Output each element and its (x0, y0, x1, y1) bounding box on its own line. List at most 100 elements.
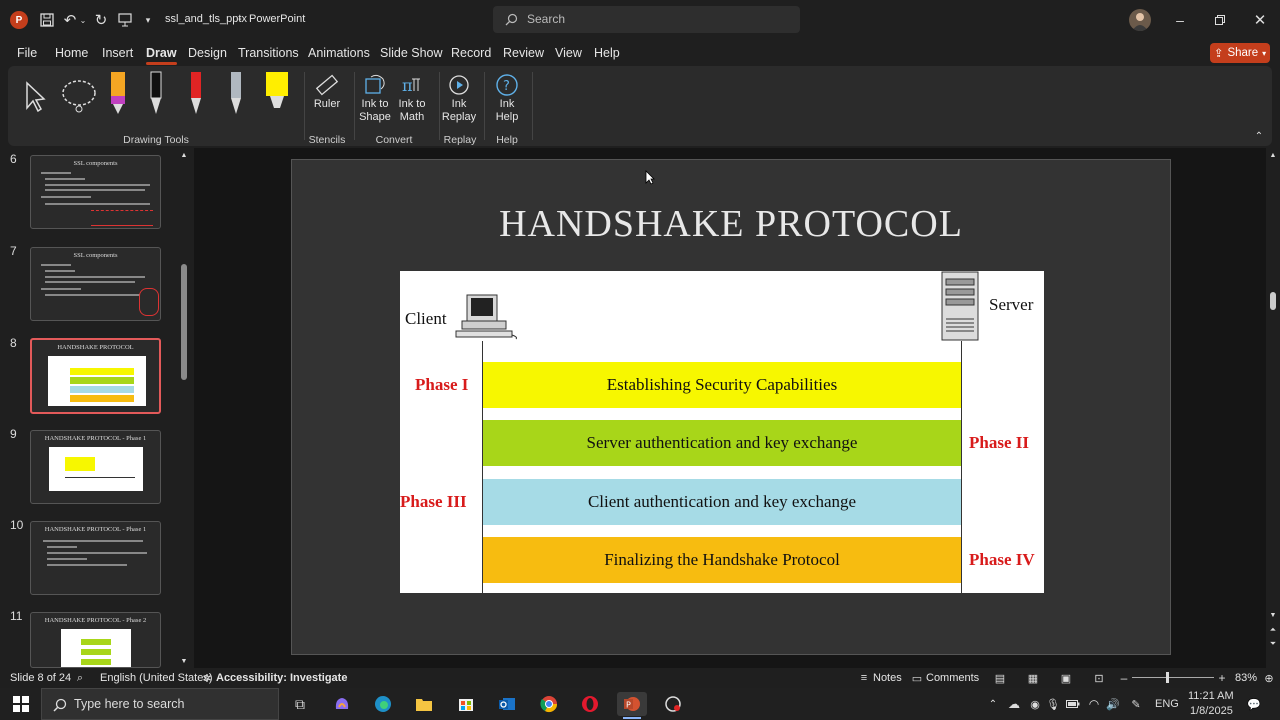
language-indicator[interactable]: English (United States) (100, 672, 213, 684)
redo-icon[interactable]: ↻ (93, 11, 109, 29)
microphone-icon[interactable]: 🎙 (1046, 697, 1060, 711)
scroll-down-icon[interactable]: ▼ (1267, 610, 1279, 620)
fit-to-window-icon[interactable]: ⊕ (1262, 671, 1276, 685)
opera-icon[interactable] (577, 692, 603, 716)
pen-menu-icon[interactable]: ✎ (1128, 697, 1144, 711)
slide-title[interactable]: HANDSHAKE PROTOCOL (292, 202, 1170, 246)
slide-number: 10 (10, 518, 24, 532)
save-icon[interactable] (38, 11, 56, 29)
tray-overflow-chevron-icon[interactable]: ⌃ (986, 697, 1000, 711)
tab-transitions[interactable]: Transitions (238, 46, 299, 60)
collapse-ribbon-icon[interactable]: ⌃ (1252, 130, 1266, 142)
slide-thumbnail[interactable]: SSL components (30, 247, 161, 321)
notes-button[interactable]: Notes (873, 672, 902, 684)
comments-button[interactable]: Comments (926, 672, 979, 684)
previous-slide-icon[interactable]: ⏶ (1267, 624, 1279, 636)
thumbnail-scrollbar-thumb[interactable] (181, 264, 187, 380)
next-slide-icon[interactable]: ⏷ (1267, 638, 1279, 650)
windows-start-icon[interactable] (8, 692, 34, 716)
slide-thumbnail[interactable]: HANDSHAKE PROTOCOL - Phase 2 (30, 612, 161, 668)
group-drawing-tools-label: Drawing Tools (123, 134, 189, 146)
maximize-icon[interactable] (1208, 10, 1232, 30)
zoom-level[interactable]: 83% (1235, 672, 1257, 684)
slide-scrollbar-thumb[interactable] (1270, 292, 1276, 310)
tab-file[interactable]: File (17, 46, 37, 60)
tab-help[interactable]: Help (594, 46, 620, 60)
zoom-out-icon[interactable]: – (1118, 671, 1130, 685)
ink-replay-button[interactable]: Ink Replay (441, 72, 477, 124)
pen-red-icon[interactable] (186, 70, 206, 116)
ruler-button[interactable]: Ruler (308, 72, 346, 111)
microsoft-store-icon[interactable] (453, 692, 479, 716)
camera-icon[interactable]: ◉ (1027, 697, 1043, 711)
highlighter-yellow-icon[interactable] (264, 70, 290, 116)
client-computer-icon (454, 293, 520, 341)
scroll-up-icon[interactable]: ▲ (1267, 150, 1279, 160)
pen-orange-icon[interactable] (108, 70, 128, 116)
chrome-icon[interactable] (536, 692, 562, 716)
powerpoint-taskbar-icon[interactable]: P (617, 692, 647, 716)
undo-dropdown-icon[interactable]: ⌄ (78, 11, 88, 29)
zoom-slider-thumb[interactable] (1166, 672, 1169, 683)
tab-home[interactable]: Home (55, 46, 88, 60)
tab-review[interactable]: Review (503, 46, 544, 60)
input-language[interactable]: ENG (1155, 698, 1179, 710)
normal-view-icon[interactable]: ▤ (992, 670, 1008, 686)
clock-date[interactable]: 1/8/2025 (1190, 705, 1233, 717)
scroll-up-icon[interactable]: ▲ (178, 150, 190, 160)
thumbnail-phase-bar (81, 639, 111, 645)
clock-time[interactable]: 11:21 AM (1188, 690, 1234, 702)
powerpoint-logo-icon: P (10, 11, 28, 29)
avatar[interactable] (1129, 9, 1151, 31)
screen-recorder-icon[interactable] (660, 692, 686, 716)
ink-to-math-button[interactable]: π Ink to Math (394, 72, 430, 124)
slide-thumbnail-selected[interactable]: HANDSHAKE PROTOCOL (30, 338, 161, 414)
copilot-icon[interactable] (329, 692, 355, 716)
tab-animations[interactable]: Animations (308, 46, 370, 60)
notifications-icon[interactable]: 💬 (1245, 696, 1263, 712)
select-tool-icon[interactable] (22, 78, 48, 114)
slide-thumbnail[interactable]: HANDSHAKE PROTOCOL - Phase 1 (30, 430, 161, 504)
scroll-down-icon[interactable]: ▼ (178, 656, 190, 666)
slide[interactable]: HANDSHAKE PROTOCOL Client Server Establi… (291, 159, 1171, 655)
pen-black-icon[interactable] (146, 70, 166, 116)
taskbar-search-box[interactable]: Type here to search (41, 688, 279, 720)
slide-show-icon[interactable]: ⊡ (1091, 670, 1107, 686)
outlook-icon[interactable] (494, 692, 520, 716)
slide-thumbnail[interactable]: SSL components (30, 155, 161, 229)
tab-insert[interactable]: Insert (102, 46, 133, 60)
wifi-icon[interactable]: ◠ (1086, 697, 1102, 711)
slide-thumbnail[interactable]: HANDSHAKE PROTOCOL - Phase 1 (30, 521, 161, 595)
ribbon-separator (354, 72, 355, 140)
accessibility-status[interactable]: Accessibility: Investigate (216, 672, 347, 684)
volume-icon[interactable]: 🔊 (1105, 697, 1121, 711)
handshake-diagram[interactable]: Client Server Establishing Security Capa… (400, 271, 1044, 593)
lasso-tool-icon[interactable] (59, 78, 99, 114)
ink-help-button[interactable]: ? Ink Help (489, 72, 525, 124)
file-explorer-icon[interactable] (411, 692, 437, 716)
pencil-gray-icon[interactable] (226, 70, 246, 116)
tab-record[interactable]: Record (451, 46, 491, 60)
present-icon[interactable] (116, 11, 134, 29)
task-view-icon[interactable]: ⧉ (287, 692, 313, 716)
tab-design[interactable]: Design (188, 46, 227, 60)
minimize-icon[interactable]: – (1168, 10, 1192, 30)
customize-toolbar-icon[interactable]: ▾ (142, 11, 154, 29)
tab-view[interactable]: View (555, 46, 582, 60)
ink-to-shape-button[interactable]: Ink to Shape (357, 72, 393, 124)
undo-icon[interactable]: ↶ (62, 11, 78, 29)
zoom-in-icon[interactable]: + (1216, 671, 1228, 685)
tab-draw[interactable]: Draw (146, 46, 177, 65)
share-button[interactable]: ⇪ Share ▾ (1210, 43, 1270, 63)
battery-icon[interactable] (1065, 697, 1081, 711)
tab-slide-show[interactable]: Slide Show (380, 46, 443, 60)
close-icon[interactable]: ✕ (1248, 10, 1272, 30)
search-box[interactable]: Search (493, 6, 800, 33)
reading-view-icon[interactable]: ▣ (1058, 670, 1074, 686)
onedrive-icon[interactable]: ☁ (1006, 697, 1022, 711)
zoom-slider[interactable] (1132, 672, 1214, 683)
spelling-check-icon[interactable]: ⌕ (73, 671, 87, 685)
slide-number: 7 (10, 244, 17, 258)
slide-sorter-icon[interactable]: ▦ (1025, 670, 1041, 686)
edge-browser-icon[interactable] (370, 692, 396, 716)
